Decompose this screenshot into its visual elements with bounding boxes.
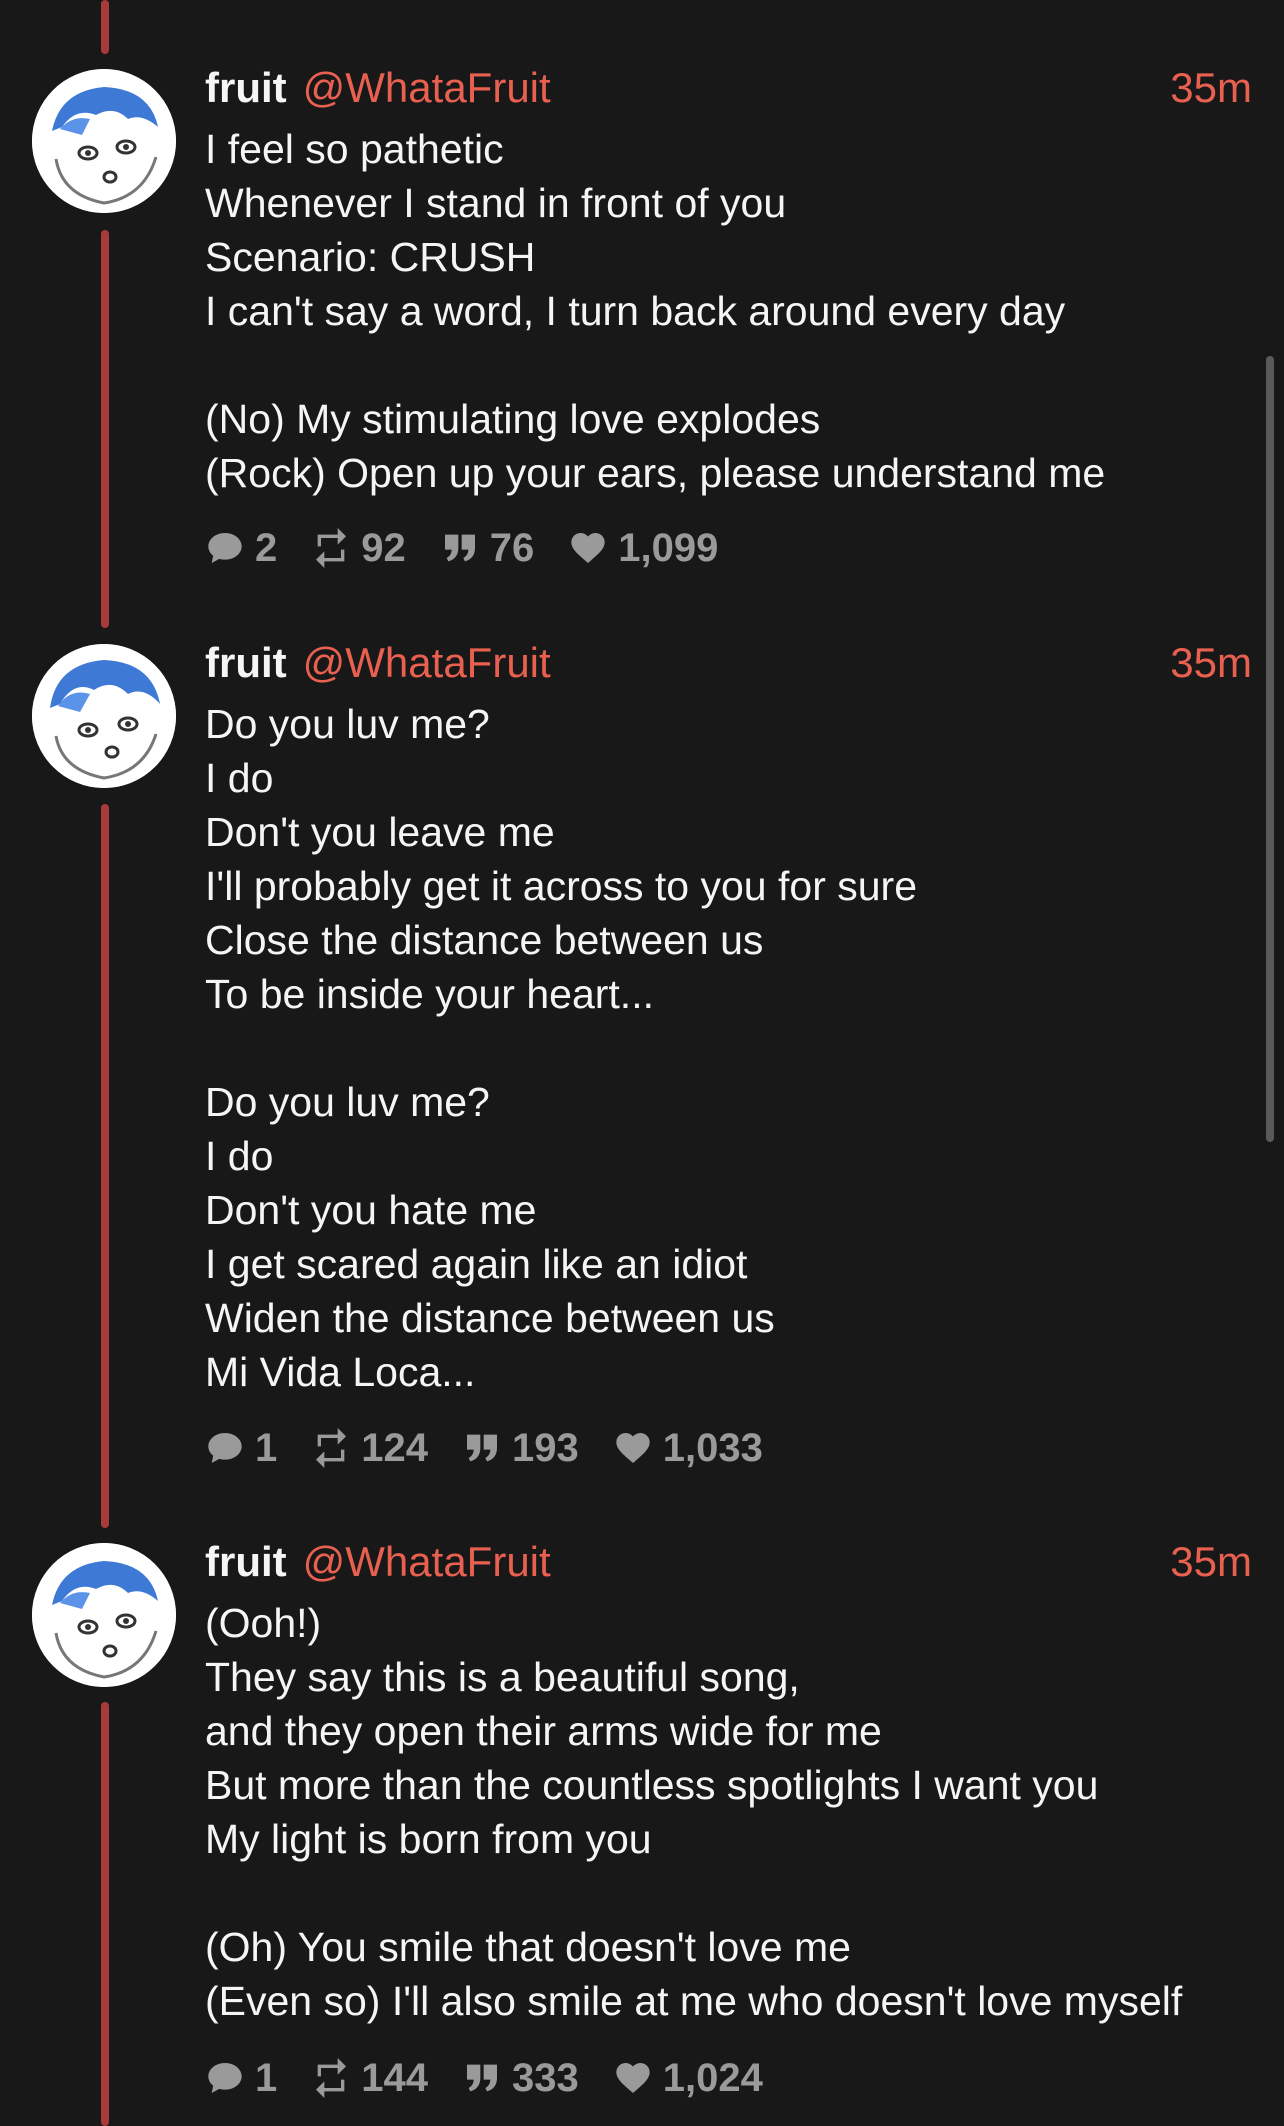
tweet-text: (Ooh!) They say this is a beautiful song…	[205, 1600, 1183, 2024]
retweet-button[interactable]: 144	[311, 2056, 428, 2101]
reply-button[interactable]: 1	[205, 2056, 277, 2101]
timestamp[interactable]: 35m	[1170, 1538, 1252, 1586]
tweet[interactable]: fruit @WhataFruit 35m (Ooh!) They say th…	[0, 0, 1284, 2126]
avatar-image	[32, 1543, 176, 1687]
quote-icon	[467, 2064, 497, 2092]
like-button[interactable]: 1,024	[613, 2056, 763, 2101]
tweet-actions: 1 144 333 1,024	[205, 2050, 797, 2106]
display-name[interactable]: fruit	[205, 1538, 287, 1586]
speech-bubble-icon	[208, 2063, 242, 2093]
quote-button[interactable]: 333	[462, 2056, 579, 2101]
quote-count: 333	[512, 2055, 579, 2100]
user-handle[interactable]: @WhataFruit	[303, 1538, 551, 1586]
avatar[interactable]	[32, 1543, 176, 1687]
retweet-count: 144	[361, 2055, 428, 2100]
heart-icon	[616, 2063, 650, 2093]
reply-count: 1	[255, 2055, 278, 2100]
retweet-icon	[316, 2058, 347, 2098]
scrollbar[interactable]	[1266, 356, 1274, 1142]
like-count: 1,024	[662, 2055, 763, 2100]
